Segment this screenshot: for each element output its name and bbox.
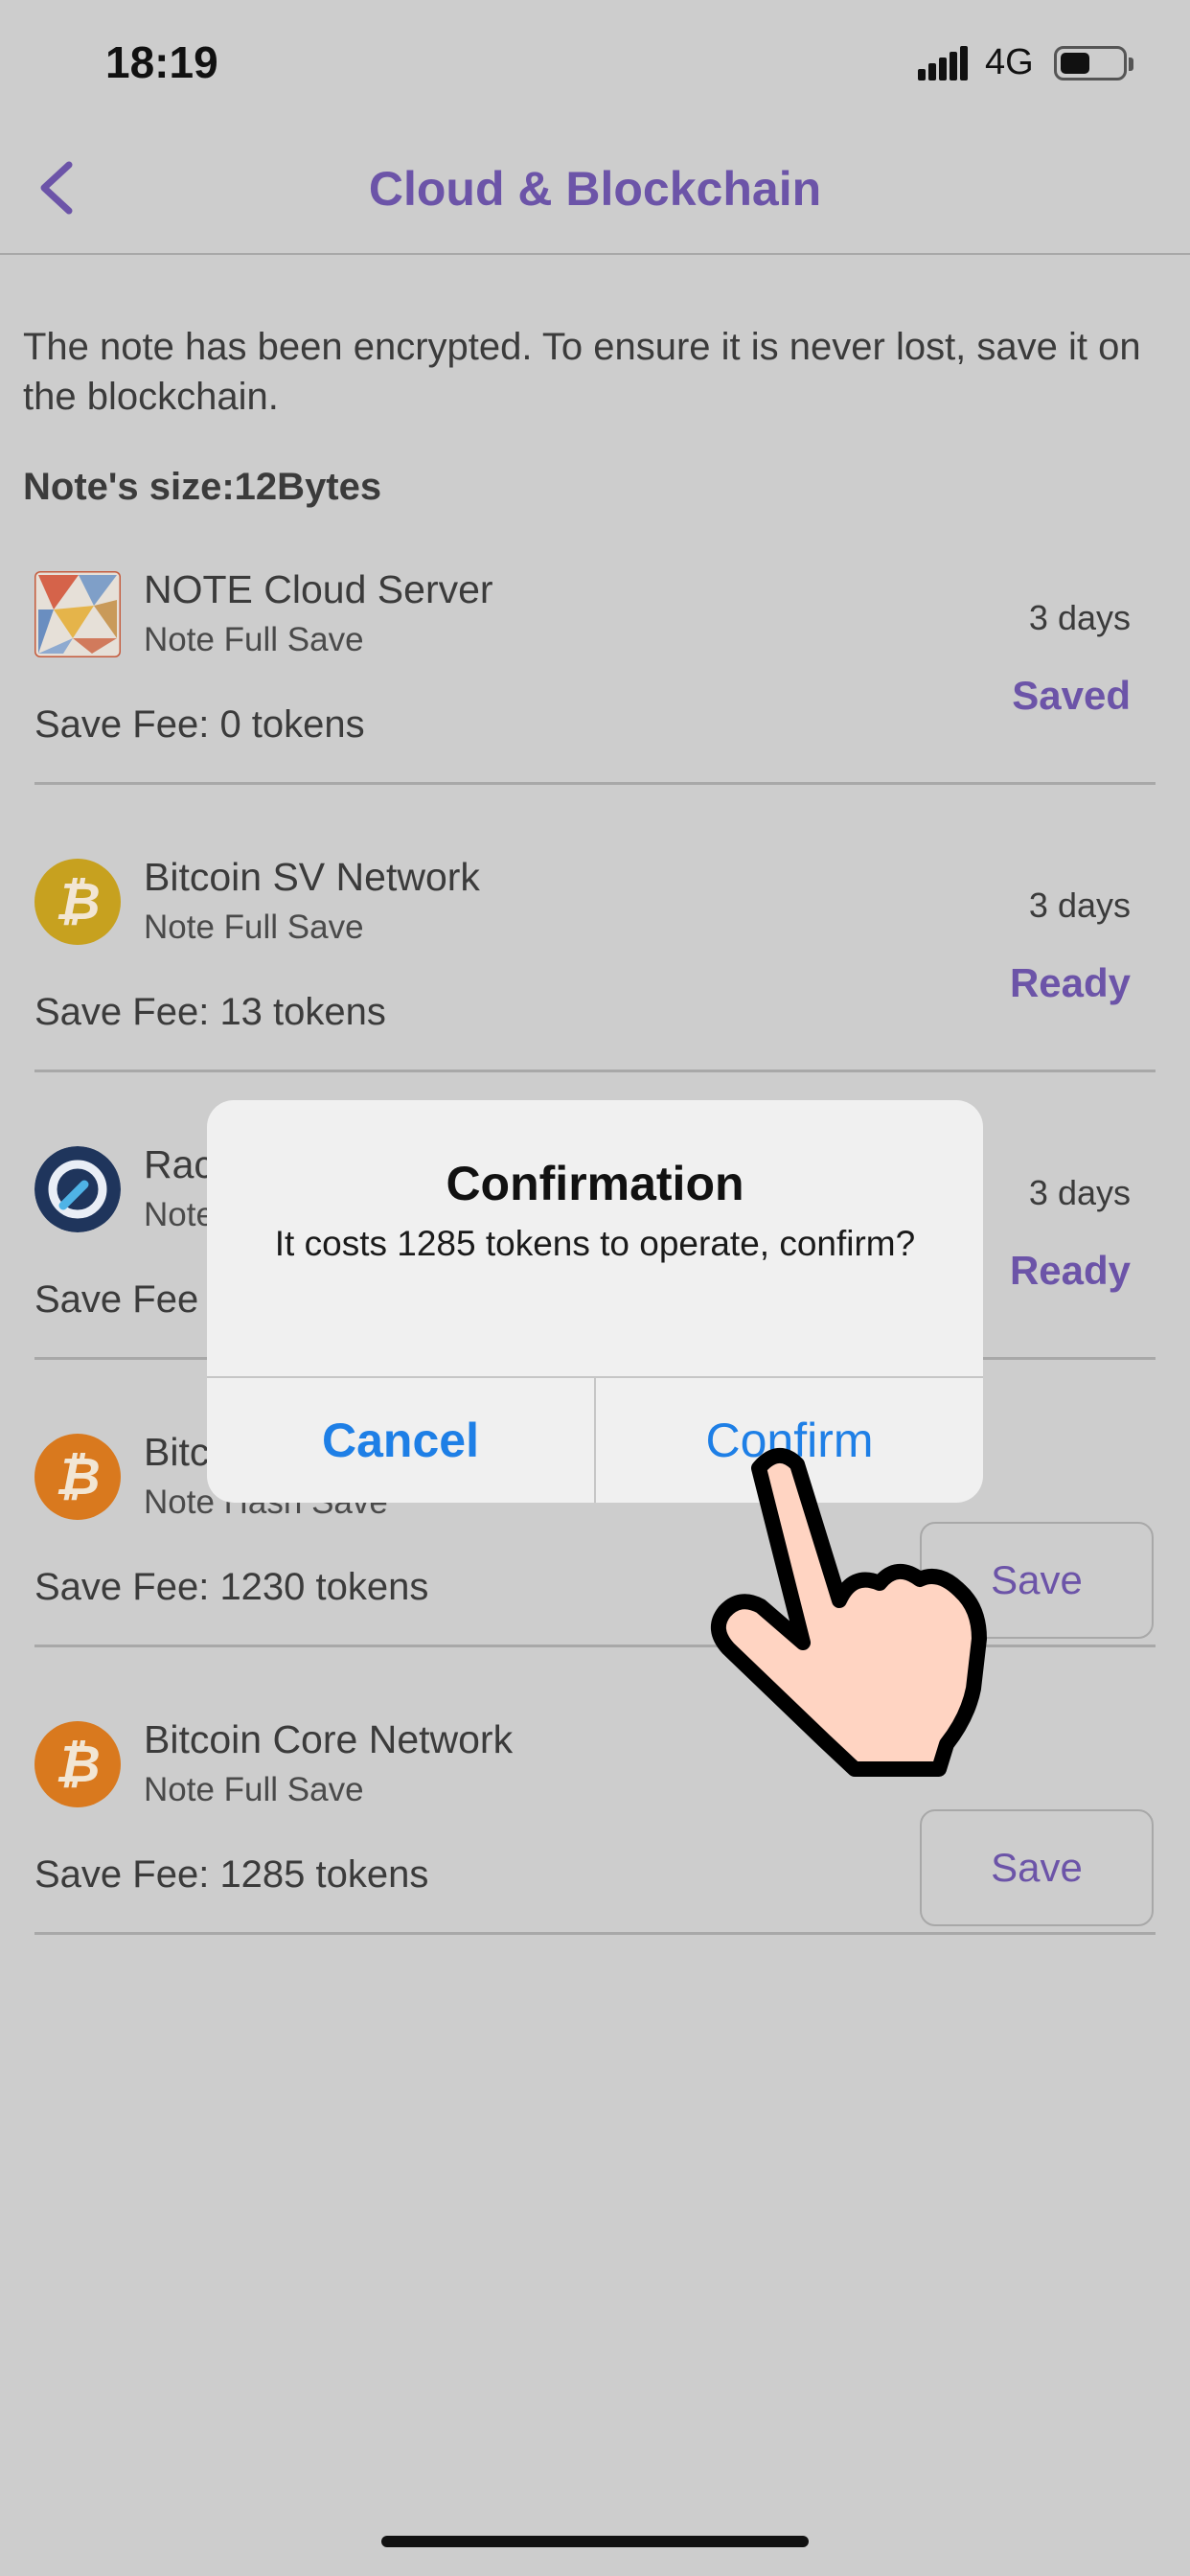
dialog-message: It costs 1285 tokens to operate, confirm… <box>274 1224 916 1263</box>
battery-icon <box>1054 46 1127 80</box>
row-divider <box>34 782 1156 785</box>
row-title: NOTE Cloud Server <box>144 567 493 611</box>
row-subtitle: Note Full Save <box>144 621 364 658</box>
row-fee: Save Fee: 0 tokens <box>34 703 365 746</box>
bitcoin-icon: ₿ <box>34 1721 121 1807</box>
row-subtitle: Note <box>144 1196 215 1233</box>
row-title: Bitcoin Core Network <box>144 1717 514 1761</box>
row-title: Bitc <box>144 1430 210 1474</box>
signal-icon <box>918 46 968 80</box>
bitcoin-sv-icon: ₿ <box>34 859 121 945</box>
row-days: 3 days <box>1028 598 1131 637</box>
row-title: Bitcoin SV Network <box>144 855 480 899</box>
page-title: Cloud & Blockchain <box>368 162 822 216</box>
row-fee: Save Fee: 13 tokens <box>34 991 386 1033</box>
row-fee: Save Fee: 1285 tokens <box>34 1853 429 1896</box>
battery-tip <box>1129 58 1133 71</box>
row-status: Saved <box>1012 673 1131 718</box>
row-days: 3 days <box>1028 886 1131 925</box>
home-indicator <box>381 2536 809 2547</box>
row-subtitle: Note Full Save <box>144 908 364 946</box>
save-button[interactable]: Save <box>920 1809 1154 1926</box>
row-fee: Save Fee: 1230 tokens <box>34 1566 429 1608</box>
row-status[interactable]: Ready <box>1010 1248 1131 1294</box>
row-subtitle: Note Full Save <box>144 1771 364 1808</box>
note-size: Note's size:12Bytes <box>23 466 382 508</box>
row-status[interactable]: Ready <box>1010 960 1131 1006</box>
intro-text: The note has been encrypted. To ensure i… <box>23 326 1141 418</box>
nav-divider <box>0 253 1190 255</box>
row-fee: Save Fee <box>34 1278 199 1321</box>
row-divider <box>34 1070 1156 1072</box>
status-time: 18:19 <box>105 37 218 87</box>
list-item: ₿ Bitcoin Core Network Note Full Save Sa… <box>0 1717 1190 2009</box>
dialog-title: Confirmation <box>446 1157 744 1210</box>
row-title: Rac <box>144 1142 214 1186</box>
note-cloud-logo-icon <box>34 571 121 657</box>
network-type: 4G <box>985 42 1034 82</box>
bitcoin-icon: ₿ <box>34 1434 121 1520</box>
row-days: 3 days <box>1028 1173 1131 1212</box>
cancel-button[interactable]: Cancel <box>207 1378 594 1503</box>
list-item: NOTE Cloud Server Note Full Save Save Fe… <box>0 567 1190 859</box>
row-divider <box>34 1932 1156 1935</box>
radiant-icon <box>34 1146 121 1232</box>
pointing-hand-icon <box>711 1448 987 1777</box>
